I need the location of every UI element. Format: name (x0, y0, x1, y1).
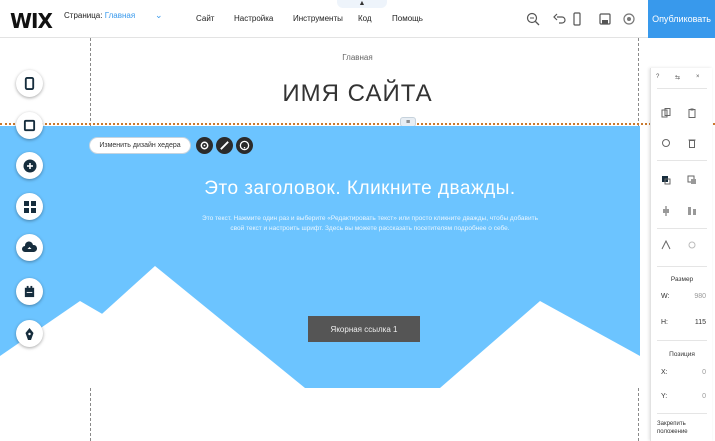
anchor-link-button[interactable]: Якорная ссылка 1 (308, 316, 420, 342)
size-section-label: Размер (670, 276, 694, 283)
panel-help-icon[interactable]: ? (656, 74, 659, 80)
page-selector-label: Страница: (64, 11, 103, 20)
site-name-text[interactable]: ИМЯ САЙТА (0, 80, 715, 108)
menu-help[interactable]: Помощь (392, 14, 423, 23)
mobile-view-icon[interactable] (570, 12, 584, 26)
width-key: W: (661, 293, 670, 300)
upload-button[interactable] (16, 234, 43, 261)
page-selector[interactable]: Страница: Главная (64, 11, 135, 20)
background-icon (23, 119, 36, 132)
menu-site[interactable]: Сайт (196, 14, 214, 23)
apps-button[interactable] (16, 193, 43, 220)
y-value[interactable]: 0 (702, 393, 706, 400)
align-icon[interactable] (661, 206, 671, 216)
delete-icon[interactable] (687, 138, 697, 148)
menu-settings[interactable]: Настройка (234, 14, 273, 23)
mountains-graphic (0, 266, 640, 388)
apps-icon (23, 200, 36, 213)
help-icon[interactable] (236, 137, 253, 154)
wix-logo[interactable]: WIX (10, 9, 53, 33)
menu-tools[interactable]: Инструменты (293, 14, 343, 23)
pages-button[interactable] (16, 70, 43, 97)
width-value[interactable]: 980 (694, 293, 706, 300)
panel-swap-icon[interactable]: ⇆ (675, 74, 680, 81)
hero-heading[interactable]: Это заголовок. Кликните дважды. (0, 178, 640, 200)
panel-divider (657, 340, 707, 341)
x-key: X: (661, 369, 668, 376)
publish-button[interactable]: Опубликовать (648, 0, 715, 38)
distribute-icon[interactable] (687, 206, 697, 216)
y-key: Y: (661, 393, 668, 400)
zoom-out-icon[interactable] (526, 12, 540, 26)
pages-icon (24, 77, 35, 90)
menu-code[interactable]: Код (358, 14, 372, 23)
page-selector-value: Главная (104, 11, 136, 20)
save-icon[interactable] (598, 12, 612, 26)
arrange-backward-icon[interactable] (687, 175, 697, 185)
stretch-icon[interactable] (661, 240, 671, 250)
height-key: H: (661, 319, 668, 326)
pen-icon (25, 327, 34, 340)
add-button[interactable] (16, 152, 43, 179)
arrange-forward-icon[interactable] (661, 175, 671, 185)
panel-divider (657, 88, 707, 89)
add-icon (23, 159, 36, 172)
panel-divider (657, 228, 707, 229)
lock-position-toggle[interactable]: Закрепить положение (657, 420, 707, 436)
site-page-label[interactable]: Главная (0, 53, 715, 62)
upload-icon (22, 241, 37, 252)
properties-panel: ? ⇆ × Размер W: 980 H: 115 Позиция X: 0 … (650, 68, 712, 441)
chevron-down-icon[interactable]: ⌄ (155, 10, 163, 21)
rotate-icon[interactable] (687, 240, 697, 250)
position-section-label: Позиция (669, 351, 695, 358)
settings-gear-icon[interactable] (196, 137, 213, 154)
height-value[interactable]: 115 (695, 319, 706, 326)
copy-icon[interactable] (661, 108, 671, 118)
pen-tool-button[interactable] (16, 320, 43, 347)
panel-close-icon[interactable]: × (696, 74, 700, 80)
editor-top-bar: WIX Страница: Главная ⌄ Сайт Настройка И… (0, 0, 715, 38)
collapse-toggle[interactable]: ▲ (337, 0, 387, 8)
hero-body-text[interactable]: Это текст. Нажмите один раз и выберите «… (195, 214, 545, 234)
panel-divider (657, 413, 707, 414)
background-button[interactable] (16, 112, 43, 139)
panel-divider (657, 266, 707, 267)
panel-divider (657, 160, 707, 161)
change-header-design-button[interactable]: Изменить дизайн хедера (89, 137, 191, 154)
duplicate-icon[interactable] (661, 138, 671, 148)
x-value[interactable]: 0 (702, 369, 706, 376)
hero-strip[interactable]: Это заголовок. Кликните дважды. Это текс… (0, 126, 640, 388)
preview-icon[interactable] (622, 12, 636, 26)
paste-icon[interactable] (687, 108, 697, 118)
panel-top-controls: ? ⇆ × (651, 74, 713, 86)
blog-icon (24, 285, 35, 298)
blog-button[interactable] (16, 278, 43, 305)
undo-icon[interactable] (553, 12, 567, 26)
edit-pen-icon[interactable] (216, 137, 233, 154)
